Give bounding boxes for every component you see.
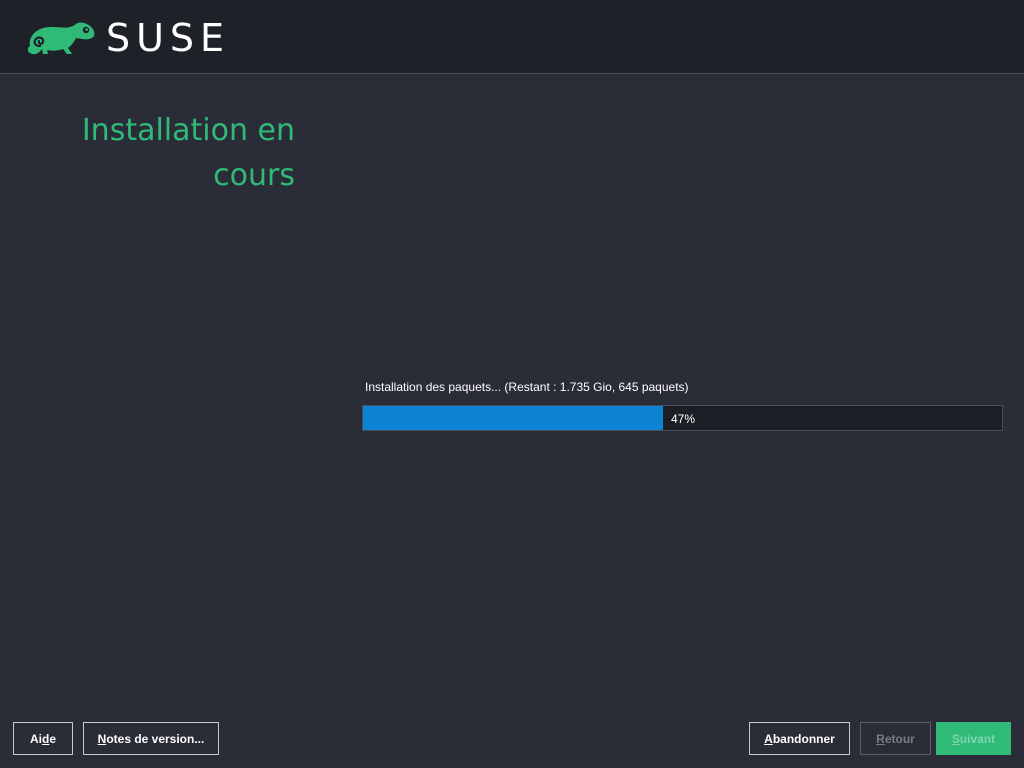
next-label: uivant: [959, 731, 996, 746]
help-button[interactable]: Ai d e: [13, 722, 73, 755]
page-title: Installation en cours: [60, 108, 295, 198]
help-button-mnemonic: d: [41, 731, 50, 746]
abort-mnemonic: A: [764, 731, 773, 746]
page-title-line-2: cours: [213, 158, 295, 193]
progress-label: Installation des paquets... (Restant : 1…: [365, 380, 689, 394]
brand-logo-text: SUSE: [106, 16, 231, 60]
page-title-line-1: Installation en: [81, 113, 295, 148]
next-button[interactable]: Suivant: [936, 722, 1011, 755]
header-bar: SUSE: [0, 0, 1024, 74]
release-notes-button[interactable]: Notes de version...: [83, 722, 219, 755]
next-mnemonic: S: [951, 731, 960, 746]
release-notes-mnemonic: N: [97, 731, 107, 746]
abort-button[interactable]: Abandonner: [749, 722, 850, 755]
abort-label: bandonner: [772, 731, 835, 746]
progress-fill: [363, 406, 663, 430]
back-mnemonic: R: [876, 731, 885, 746]
help-button-label-b: e: [49, 731, 57, 746]
back-button[interactable]: Retour: [860, 722, 931, 755]
help-button-label-a: Ai: [29, 731, 42, 746]
back-label: etour: [884, 731, 915, 746]
release-notes-label: otes de version...: [106, 731, 205, 746]
progress-percent-text: 47%: [671, 412, 696, 426]
chameleon-icon: [27, 22, 95, 55]
progress-bar: 47%: [362, 405, 1003, 431]
installer-window: SUSE Installation en cours Installation …: [0, 0, 1024, 768]
